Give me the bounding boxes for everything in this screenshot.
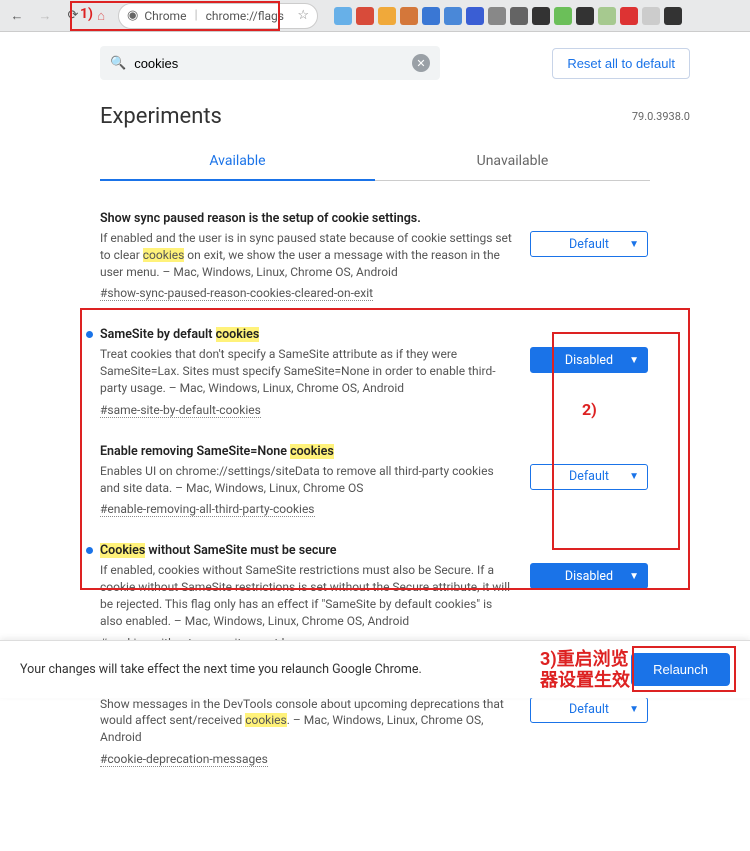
extension-icon[interactable] bbox=[598, 7, 616, 25]
extension-icon[interactable] bbox=[444, 7, 462, 25]
flag-link[interactable]: #enable-removing-all-third-party-cookies bbox=[100, 502, 315, 517]
flag-description: If enabled and the user is in sync pause… bbox=[100, 230, 516, 280]
address-url: chrome://flags bbox=[206, 9, 284, 23]
tab-bar: Available Unavailable bbox=[100, 143, 650, 181]
address-bar[interactable]: ◉ Chrome | chrome://flags ☆ bbox=[118, 3, 318, 29]
flag-description: Show messages in the DevTools console ab… bbox=[100, 696, 516, 746]
flag-title: Cookies without SameSite must be secure bbox=[100, 543, 516, 558]
flag-link[interactable]: #cookie-deprecation-messages bbox=[100, 752, 268, 767]
extension-icon[interactable] bbox=[356, 7, 374, 25]
extension-icon[interactable] bbox=[576, 7, 594, 25]
forward-button[interactable]: → bbox=[34, 5, 56, 27]
chevron-down-icon: ▼ bbox=[629, 355, 639, 366]
chevron-down-icon: ▼ bbox=[629, 471, 639, 482]
flag-title: SameSite by default cookies bbox=[100, 327, 516, 342]
extension-icon[interactable] bbox=[378, 7, 396, 25]
extension-icon[interactable] bbox=[664, 7, 682, 25]
clear-search-button[interactable]: ✕ bbox=[412, 54, 430, 72]
tab-unavailable[interactable]: Unavailable bbox=[375, 143, 650, 181]
flag-title: Show sync paused reason is the setup of … bbox=[100, 211, 516, 226]
site-info-icon[interactable]: ◉ bbox=[127, 8, 138, 23]
flag-description: Treat cookies that don't specify a SameS… bbox=[100, 346, 516, 396]
flag-description: Enables UI on chrome://settings/siteData… bbox=[100, 463, 516, 497]
chevron-down-icon: ▼ bbox=[629, 239, 639, 250]
extension-icon[interactable] bbox=[510, 7, 528, 25]
flag-item: Enable removing SameSite=None cookies Ena… bbox=[100, 432, 650, 532]
extension-icon[interactable] bbox=[400, 7, 418, 25]
extension-icon[interactable] bbox=[532, 7, 550, 25]
extension-icon[interactable] bbox=[334, 7, 352, 25]
search-box[interactable]: 🔍 ✕ bbox=[100, 46, 440, 80]
flag-dropdown[interactable]: Default▼ bbox=[530, 231, 648, 257]
relaunch-footer: Your changes will take effect the next t… bbox=[0, 640, 750, 698]
footer-text: Your changes will take effect the next t… bbox=[20, 662, 422, 677]
flag-item: Show sync paused reason is the setup of … bbox=[100, 199, 650, 315]
browser-toolbar: ← → ⟳ ⌂ ◉ Chrome | chrome://flags ☆ 1) bbox=[0, 0, 750, 32]
flag-dropdown[interactable]: Disabled▼ bbox=[530, 347, 648, 373]
page-title: Experiments bbox=[100, 104, 690, 129]
flag-link[interactable]: #same-site-by-default-cookies bbox=[100, 403, 261, 418]
extension-icon[interactable] bbox=[422, 7, 440, 25]
flag-description: If enabled, cookies without SameSite res… bbox=[100, 562, 516, 629]
extension-icon[interactable] bbox=[620, 7, 638, 25]
address-prefix: Chrome bbox=[144, 9, 186, 23]
extension-icon[interactable] bbox=[466, 7, 484, 25]
annotation-label-3: 3)重启浏览 器设置生效 bbox=[540, 649, 630, 692]
chevron-down-icon: ▼ bbox=[629, 571, 639, 582]
home-button[interactable]: ⌂ bbox=[90, 5, 112, 27]
flag-dropdown[interactable]: Default▼ bbox=[530, 697, 648, 723]
tab-available[interactable]: Available bbox=[100, 143, 375, 181]
flag-link[interactable]: #show-sync-paused-reason-cookies-cleared… bbox=[100, 286, 373, 301]
flag-title: Enable removing SameSite=None cookies bbox=[100, 444, 516, 459]
flag-dropdown[interactable]: Default▼ bbox=[530, 464, 648, 490]
search-icon: 🔍 bbox=[110, 56, 126, 71]
page-content: 🔍 ✕ Reset all to default Experiments 79.… bbox=[0, 32, 750, 851]
reset-all-button[interactable]: Reset all to default bbox=[552, 48, 690, 79]
chevron-down-icon: ▼ bbox=[629, 704, 639, 715]
flag-dropdown[interactable]: Disabled▼ bbox=[530, 563, 648, 589]
extension-icon[interactable] bbox=[642, 7, 660, 25]
annotation-label-2: 2) bbox=[582, 400, 597, 419]
modified-dot-icon bbox=[86, 547, 93, 554]
annotation-label-1: 1) bbox=[80, 6, 93, 22]
bookmark-star-icon[interactable]: ☆ bbox=[297, 8, 309, 23]
relaunch-button[interactable]: Relaunch bbox=[631, 653, 730, 686]
modified-dot-icon bbox=[86, 331, 93, 338]
search-input[interactable] bbox=[134, 56, 404, 71]
back-button[interactable]: ← bbox=[6, 5, 28, 27]
extension-icon[interactable] bbox=[488, 7, 506, 25]
extension-icon[interactable] bbox=[554, 7, 572, 25]
flag-item: SameSite by default cookies Treat cookies… bbox=[100, 315, 650, 431]
extension-icons bbox=[334, 7, 682, 25]
version-label: 79.0.3938.0 bbox=[632, 110, 690, 123]
